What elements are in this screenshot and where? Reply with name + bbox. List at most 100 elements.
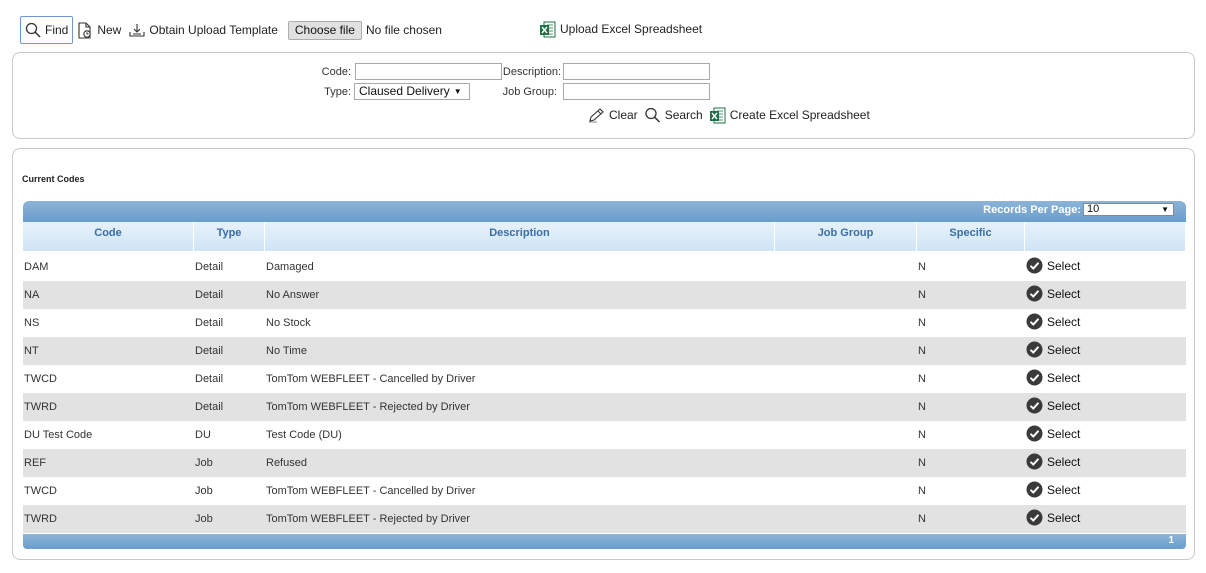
- select-button[interactable]: Select: [1026, 257, 1080, 274]
- dropdown-arrow-icon: ▼: [453, 87, 462, 96]
- select-label: Select: [1047, 510, 1081, 525]
- upload-excel-button[interactable]: Upload Excel Spreadsheet: [535, 15, 706, 43]
- cell-actions: Select: [1025, 313, 1186, 333]
- column-header-specific[interactable]: Specific: [917, 222, 1025, 251]
- select-button[interactable]: Select: [1026, 341, 1080, 358]
- cell-description: TomTom WEBFLEET - Rejected by Driver: [266, 401, 470, 413]
- check-circle-icon: [1026, 453, 1043, 470]
- cell-actions: Select: [1025, 341, 1186, 361]
- select-button[interactable]: Select: [1026, 285, 1080, 302]
- table-row[interactable]: NA Detail No Answer N Select: [23, 281, 1186, 309]
- cell-code: TWRD: [24, 513, 57, 525]
- cell-specific: N: [918, 429, 926, 441]
- select-button[interactable]: Select: [1026, 397, 1080, 414]
- table-row[interactable]: TWCD Detail TomTom WEBFLEET - Cancelled by…: [23, 365, 1186, 393]
- create-excel-button[interactable]: Create Excel Spreadsheet: [709, 107, 870, 124]
- column-header-job-group[interactable]: Job Group: [775, 222, 917, 251]
- cell-specific: N: [918, 317, 926, 329]
- select-label: Select: [1047, 482, 1081, 497]
- obtain-template-button[interactable]: Obtain Upload Template: [125, 16, 282, 44]
- cell-description: No Stock: [266, 317, 311, 329]
- table-row[interactable]: NS Detail No Stock N Select: [23, 309, 1186, 337]
- cell-type: Detail: [195, 401, 224, 413]
- table-row[interactable]: TWRD Detail TomTom WEBFLEET - Rejected by …: [23, 393, 1186, 421]
- code-input[interactable]: [355, 63, 502, 80]
- new-document-icon: [78, 21, 92, 39]
- cell-code: DAM: [24, 261, 49, 273]
- description-label: Description:: [502, 66, 561, 78]
- column-header-type[interactable]: Type: [194, 222, 265, 251]
- column-header-actions: [1025, 222, 1186, 251]
- table-row[interactable]: DAM Detail Damaged N Select: [23, 253, 1186, 281]
- table-row[interactable]: TWRD Job TomTom WEBFLEET - Rejected by Dri…: [23, 505, 1186, 533]
- description-input[interactable]: [563, 63, 710, 80]
- page-number[interactable]: 1: [1168, 535, 1174, 546]
- upload-excel-label: Upload Excel Spreadsheet: [560, 22, 703, 36]
- cell-code: REF: [24, 457, 46, 469]
- magnifier-icon: [645, 107, 660, 123]
- clear-label: Clear: [609, 108, 638, 122]
- cell-specific: N: [918, 289, 926, 301]
- cell-type: Job: [195, 513, 213, 525]
- create-excel-label: Create Excel Spreadsheet: [729, 108, 870, 122]
- table-row[interactable]: DU Test Code DU Test Code (DU) N Select: [23, 421, 1186, 449]
- records-per-page: Records Per Page: 10 ▼: [983, 203, 1174, 216]
- table-row[interactable]: TWCD Job TomTom WEBFLEET - Cancelled by Dr…: [23, 477, 1186, 505]
- cell-description: Damaged: [266, 261, 314, 273]
- cell-type: Job: [195, 457, 213, 469]
- current-codes-panel: Current Codes Records Per Page: 10 ▼ Cod…: [12, 148, 1195, 560]
- cell-description: Test Code (DU): [266, 429, 342, 441]
- table-row[interactable]: NT Detail No Time N Select: [23, 337, 1186, 365]
- check-circle-icon: [1026, 341, 1043, 358]
- cell-specific: N: [918, 457, 926, 469]
- new-button[interactable]: New: [73, 16, 125, 44]
- pencil-icon: [589, 108, 604, 123]
- type-select[interactable]: Claused Delivery ▼: [354, 83, 470, 100]
- cell-description: TomTom WEBFLEET - Rejected by Driver: [266, 513, 470, 525]
- dropdown-arrow-icon: ▼: [1161, 205, 1169, 214]
- select-label: Select: [1047, 342, 1081, 357]
- cell-description: No Time: [266, 345, 307, 357]
- cell-type: DU: [195, 429, 211, 441]
- top-toolbar: Find New Obtain Upload Template Choose f…: [20, 15, 442, 45]
- excel-icon: [540, 21, 556, 37]
- table-row[interactable]: REF Job Refused N Select: [23, 449, 1186, 477]
- choose-file-button[interactable]: Choose file: [287, 20, 362, 40]
- cell-actions: Select: [1025, 509, 1186, 529]
- select-label: Select: [1047, 258, 1081, 273]
- cell-type: Detail: [195, 373, 224, 385]
- records-per-page-select[interactable]: 10 ▼: [1083, 203, 1174, 216]
- grid-footer-bar: 1: [23, 534, 1186, 549]
- cell-code: NS: [24, 317, 40, 329]
- cell-specific: N: [918, 261, 926, 273]
- check-circle-icon: [1026, 313, 1043, 330]
- check-circle-icon: [1026, 369, 1043, 386]
- cell-specific: N: [918, 401, 926, 413]
- search-actions: Clear Search Create Excel Spreadsheet: [587, 105, 876, 125]
- select-button[interactable]: Select: [1026, 425, 1080, 442]
- grid-body: DAM Detail Damaged N Select NA Detail No Answer…: [23, 253, 1186, 533]
- cell-code: DU Test Code: [24, 429, 93, 441]
- excel-icon: [709, 107, 726, 123]
- job-group-input[interactable]: [563, 83, 710, 100]
- cell-type: Detail: [195, 317, 224, 329]
- select-button[interactable]: Select: [1026, 369, 1080, 386]
- cell-type: Detail: [195, 345, 224, 357]
- type-label: Type:: [324, 86, 351, 98]
- cell-actions: Select: [1025, 397, 1186, 417]
- cell-description: Refused: [266, 457, 307, 469]
- file-status-text: No file chosen: [365, 23, 442, 37]
- select-label: Select: [1047, 286, 1081, 301]
- select-button[interactable]: Select: [1026, 453, 1080, 470]
- find-button[interactable]: Find: [20, 16, 74, 44]
- search-button[interactable]: Search: [644, 107, 703, 123]
- column-header-code[interactable]: Code: [23, 222, 194, 251]
- obtain-template-label: Obtain Upload Template: [149, 23, 278, 37]
- select-button[interactable]: Select: [1026, 481, 1080, 498]
- column-header-description[interactable]: Description: [265, 222, 775, 251]
- select-button[interactable]: Select: [1026, 509, 1080, 526]
- select-button[interactable]: Select: [1026, 313, 1080, 330]
- clear-button[interactable]: Clear: [587, 107, 638, 123]
- select-label: Select: [1047, 398, 1081, 413]
- search-label: Search: [664, 108, 703, 122]
